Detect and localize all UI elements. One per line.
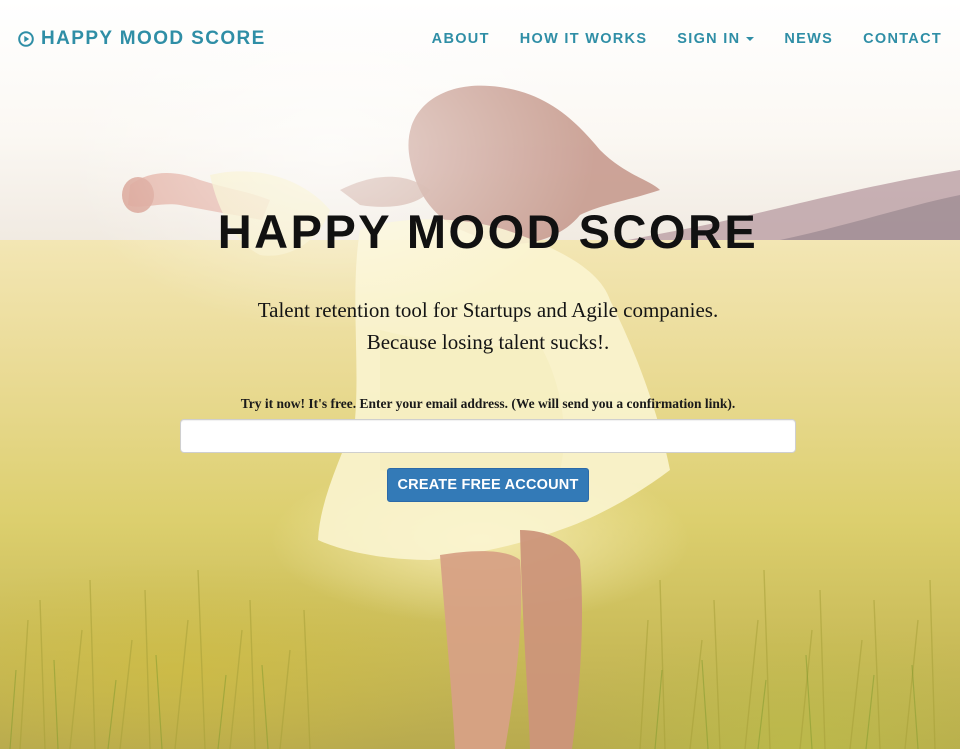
hero-title: HAPPY MOOD SCORE [217, 205, 759, 258]
sunlight-glow [0, 0, 960, 749]
play-circle-icon [18, 31, 34, 47]
nav-item-contact[interactable]: CONTACT [863, 31, 942, 47]
nav-item-sign-in[interactable]: SIGN IN [677, 31, 755, 47]
nav-item-how-it-works[interactable]: HOW IT WORKS [520, 31, 648, 47]
top-navbar: HAPPY MOOD SCORE ABOUT HOW IT WORKS SIGN… [0, 0, 960, 80]
landing-page: HAPPY MOOD SCORE ABOUT HOW IT WORKS SIGN… [0, 0, 960, 749]
caret-down-icon [746, 37, 755, 41]
nav-menu: ABOUT HOW IT WORKS SIGN IN NEWS CONTACT [402, 31, 942, 47]
create-free-account-button[interactable]: CREATE FREE ACCOUNT [387, 468, 589, 502]
nav-item-news[interactable]: NEWS [784, 31, 833, 47]
nav-item-about[interactable]: ABOUT [432, 31, 490, 47]
email-input[interactable] [180, 419, 796, 453]
brand-name: HAPPY MOOD SCORE [41, 28, 266, 49]
nav-item-sign-in-label: SIGN IN [677, 31, 741, 47]
hero-tagline-line1: Talent retention tool for Startups and A… [257, 298, 719, 322]
hero-tagline-line2: Because losing talent sucks!. [366, 330, 610, 354]
signup-prompt: Try it now! It's free. Enter your email … [240, 396, 736, 411]
brand-logo-link[interactable]: HAPPY MOOD SCORE [18, 28, 266, 50]
